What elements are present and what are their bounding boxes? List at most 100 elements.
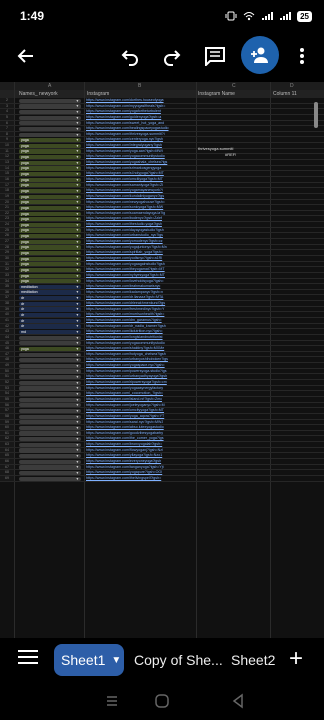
category-dropdown[interactable]: yoga ▼: [19, 188, 81, 194]
instagram-link[interactable]: https://www.instagram.com/sarai.nyc?igsh…: [86, 420, 194, 425]
chevron-down-icon[interactable]: ▼: [76, 375, 79, 379]
category-dropdown[interactable]: ▼: [19, 465, 81, 470]
instagram-link[interactable]: https://www.instagram.com/kadampanyc?igs…: [86, 290, 194, 295]
chevron-down-icon[interactable]: ▼: [76, 217, 79, 221]
chevron-down-icon[interactable]: ▼: [76, 454, 79, 458]
category-dropdown[interactable]: ▼: [19, 425, 81, 431]
instagram-link[interactable]: https://www.instagram.com/dorthes.houseo…: [86, 98, 194, 103]
more-vert-icon[interactable]: [286, 40, 318, 72]
chevron-down-icon[interactable]: ▼: [76, 268, 79, 272]
chevron-down-icon[interactable]: ▼: [76, 240, 79, 244]
category-dropdown[interactable]: ▼: [19, 392, 81, 397]
chevron-down-icon[interactable]: ▼: [76, 426, 79, 430]
chevron-down-icon[interactable]: ▼: [76, 465, 79, 469]
instagram-link[interactable]: https://www.instagram.com/goldenyoga?igs…: [86, 115, 194, 120]
instagram-link[interactable]: https://www.instagram.com/integralyogany…: [86, 143, 194, 148]
chevron-down-icon[interactable]: ▼: [76, 319, 79, 323]
row-number[interactable]: 45: [0, 340, 14, 346]
chevron-down-icon[interactable]: ▼: [76, 369, 79, 373]
row-number[interactable]: 54: [0, 391, 14, 396]
category-dropdown[interactable]: ▼: [19, 403, 81, 408]
row-number[interactable]: 44: [0, 334, 14, 340]
category-dropdown[interactable]: yoga ▼: [19, 245, 81, 250]
instagram-link[interactable]: https://www.instagram.com/omcityyoga?igs…: [86, 408, 194, 413]
chevron-down-icon[interactable]: ▼: [111, 655, 121, 666]
row-number[interactable]: 6: [0, 120, 14, 126]
spreadsheet-grid[interactable]: A B C D Names_ newyork Instagram Instagr…: [0, 82, 324, 638]
row-number[interactable]: 16: [0, 176, 14, 182]
instagram-link[interactable]: https://www.instagram.com/thrivesyoga.su…: [86, 132, 194, 137]
row-number[interactable]: 11: [0, 148, 14, 154]
instagram-link[interactable]: https://www.instagram.com/ripowersyoga?i…: [86, 380, 194, 385]
row-number[interactable]: 59: [0, 419, 14, 425]
chevron-down-icon[interactable]: ▼: [76, 234, 79, 238]
category-dropdown[interactable]: yoga ▼: [19, 183, 81, 188]
instagram-link[interactable]: https://www.instagram.com/loveholdsyoga?…: [86, 279, 194, 284]
chevron-down-icon[interactable]: ▼: [76, 392, 79, 396]
row-number[interactable]: 64: [0, 447, 14, 453]
row-number[interactable]: 40: [0, 312, 14, 317]
chevron-down-icon[interactable]: ▼: [76, 144, 79, 148]
back-arrow-icon[interactable]: [10, 40, 42, 72]
header-names[interactable]: Names_ newyork: [19, 91, 58, 97]
chevron-down-icon[interactable]: ▼: [76, 443, 79, 447]
instagram-link[interactable]: https://www.instagram.com/sl.holyyoga?ig…: [86, 171, 194, 176]
category-dropdown[interactable]: yoga ▼: [19, 160, 81, 165]
category-dropdown[interactable]: yoga ▼: [19, 172, 81, 177]
chevron-down-icon[interactable]: ▼: [76, 200, 79, 204]
category-dropdown[interactable]: ▼: [19, 442, 81, 447]
category-dropdown[interactable]: yoga ▼: [19, 346, 81, 352]
row-number[interactable]: 10: [0, 143, 14, 148]
instagram-link[interactable]: https://www.instagram.com/island.nrl?igs…: [86, 397, 194, 402]
category-dropdown[interactable]: yoga ▼: [19, 217, 81, 222]
row-number[interactable]: 61: [0, 430, 14, 436]
row-number[interactable]: 2: [0, 98, 14, 103]
instagram-link[interactable]: https://www.instagram.com/sweet_hot_yoga…: [86, 121, 194, 126]
add-sheet-icon[interactable]: +: [285, 646, 307, 672]
category-dropdown[interactable]: ▼: [19, 335, 81, 340]
category-dropdown[interactable]: ▼: [19, 104, 81, 109]
undo-icon[interactable]: [114, 40, 146, 72]
chevron-down-icon[interactable]: ▼: [76, 471, 79, 475]
row-number[interactable]: 36: [0, 289, 14, 295]
instagram-link[interactable]: https://www.instagram.com/freshmedinyc?i…: [86, 307, 194, 312]
chevron-down-icon[interactable]: ▼: [76, 161, 79, 165]
row-number[interactable]: 47: [0, 351, 14, 357]
row-number[interactable]: 35: [0, 284, 14, 289]
row-number[interactable]: 39: [0, 306, 14, 312]
category-dropdown[interactable]: ▼: [19, 115, 81, 120]
category-dropdown[interactable]: dr ▼: [19, 313, 81, 318]
chevron-down-icon[interactable]: ▼: [76, 195, 79, 199]
tab-sheet1[interactable]: Sheet1 ▼: [54, 644, 124, 676]
chevron-down-icon[interactable]: ▼: [76, 279, 79, 283]
instagram-link[interactable]: https://www.instagram.com/omcitiyoga?igs…: [86, 177, 194, 182]
chevron-down-icon[interactable]: ▼: [76, 302, 79, 306]
instagram-link[interactable]: https://www.instagram.com/drleeakhmenkun…: [86, 301, 194, 306]
row-number[interactable]: 67: [0, 464, 14, 470]
instagram-link[interactable]: https://www.instagram.com/yogapure?igsh=…: [86, 470, 194, 475]
chevron-down-icon[interactable]: ▼: [76, 307, 79, 311]
row-number[interactable]: 52: [0, 380, 14, 385]
category-dropdown[interactable]: yoga ▼: [19, 222, 81, 227]
chevron-down-icon[interactable]: ▼: [76, 296, 79, 300]
chevron-down-icon[interactable]: ▼: [76, 437, 79, 441]
category-dropdown[interactable]: yoga ▼: [19, 194, 81, 199]
instagram-link[interactable]: https://www.instagram.com/healingspaceyo…: [86, 126, 194, 131]
category-dropdown[interactable]: ▼: [19, 414, 81, 419]
comment-icon[interactable]: [199, 40, 231, 72]
row-number[interactable]: 14: [0, 165, 14, 171]
row-number[interactable]: 20: [0, 199, 14, 205]
chevron-down-icon[interactable]: ▼: [76, 206, 79, 210]
instagram-link[interactable]: https://www.instagram.com/abso.lutexyoga…: [86, 425, 194, 430]
category-dropdown[interactable]: ▼: [19, 352, 81, 357]
chevron-down-icon[interactable]: ▼: [76, 353, 79, 357]
instagram-link[interactable]: https://www.instagram.com/thestudio.yoga…: [86, 222, 194, 227]
row-number[interactable]: 60: [0, 425, 14, 430]
category-dropdown[interactable]: ▼: [19, 369, 81, 374]
row-number[interactable]: 57: [0, 408, 14, 413]
row-number[interactable]: 31: [0, 261, 14, 267]
chevron-down-icon[interactable]: ▼: [76, 183, 79, 187]
row-number[interactable]: 37: [0, 295, 14, 301]
instagram-link[interactable]: https://www.instagram.com/dayayogastudio…: [86, 228, 194, 233]
row-number[interactable]: 32: [0, 267, 14, 272]
